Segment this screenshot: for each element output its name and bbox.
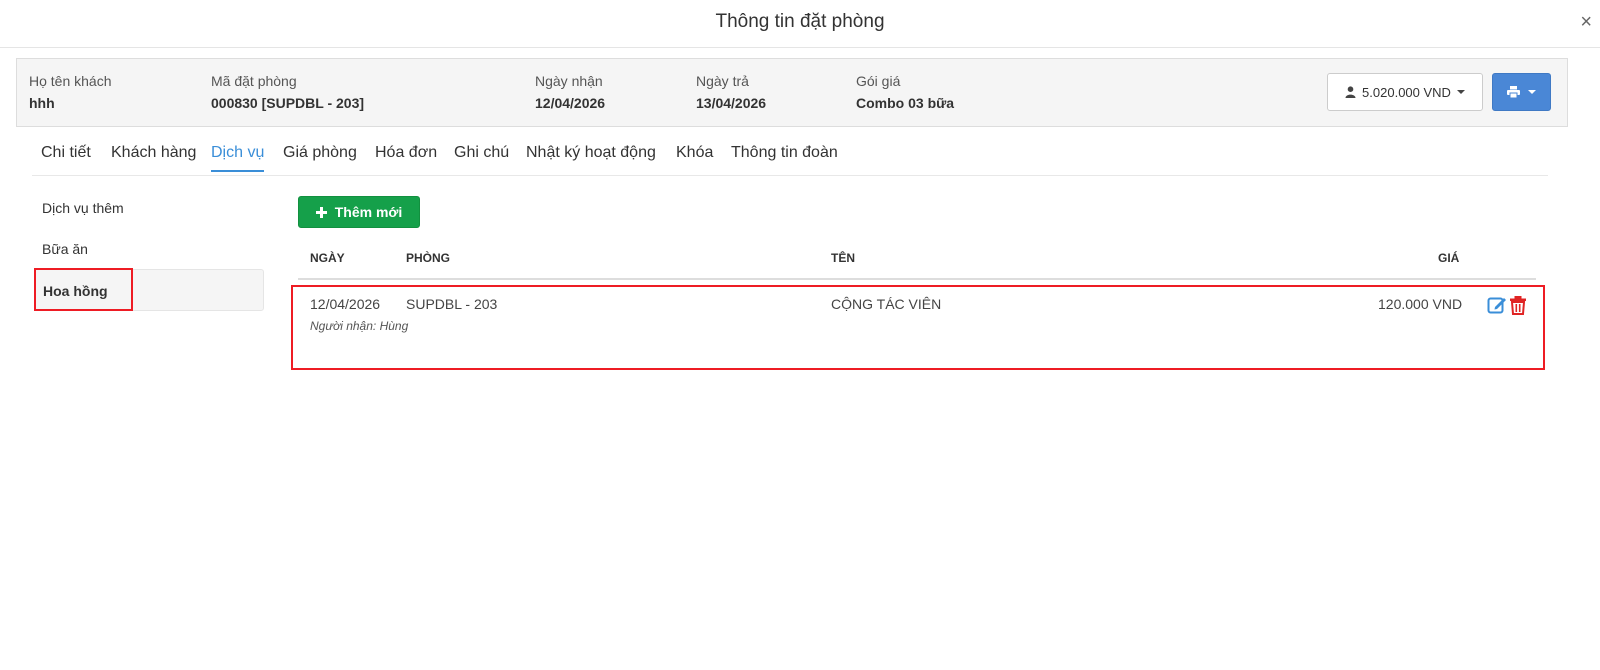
highlight-box-sidebar	[34, 268, 133, 311]
package-label: Gói giá	[856, 73, 901, 89]
booking-code-label: Mã đặt phòng	[211, 73, 297, 89]
booking-info-bar: Họ tên khách hhh Mã đặt phòng 000830 [SU…	[16, 58, 1568, 127]
highlight-box-row	[291, 285, 1545, 370]
print-dropdown-button[interactable]	[1492, 73, 1551, 111]
column-header-price: GIÁ	[1438, 251, 1460, 265]
add-new-button[interactable]: Thêm mới	[298, 196, 420, 228]
tab-hoa-don[interactable]: Hóa đơn	[375, 144, 437, 170]
column-header-name: TÊN	[831, 251, 855, 265]
sidebar-item-bua-an[interactable]: Bữa ăn	[34, 228, 264, 270]
tab-nhat-ky-hoat-dong[interactable]: Nhật ký hoạt động	[526, 144, 656, 170]
tab-khoa[interactable]: Khóa	[676, 144, 713, 170]
chevron-down-icon	[1528, 90, 1536, 94]
table-header-divider	[298, 278, 1536, 280]
checkout-label: Ngày trả	[696, 73, 749, 89]
checkin-label: Ngày nhận	[535, 73, 603, 89]
user-icon	[1345, 86, 1356, 98]
plus-icon	[315, 206, 327, 218]
close-icon[interactable]: ×	[1580, 10, 1592, 34]
column-header-room: PHÒNG	[406, 251, 451, 265]
checkin-field: Ngày nhận 12/04/2026	[535, 73, 605, 111]
tab-bar: Chi tiết Khách hàng Dịch vụ Giá phòng Hó…	[32, 138, 1548, 176]
modal-title: Thông tin đặt phòng	[715, 11, 885, 32]
package-value: Combo 03 bữa	[856, 95, 955, 111]
guest-name-value: hhh	[29, 95, 55, 111]
tab-khach-hang[interactable]: Khách hàng	[111, 144, 196, 170]
chevron-down-icon	[1456, 90, 1465, 94]
tab-gia-phong[interactable]: Giá phòng	[283, 144, 357, 170]
booking-code-field: Mã đặt phòng 000830 [SUPDBL - 203]	[211, 73, 364, 111]
print-icon	[1507, 86, 1520, 98]
sidebar-item-dich-vu-them[interactable]: Dịch vụ thêm	[34, 187, 264, 229]
checkin-value: 12/04/2026	[535, 95, 606, 111]
add-new-label: Thêm mới	[334, 204, 403, 220]
tab-dich-vu[interactable]: Dịch vụ	[211, 144, 265, 172]
package-field: Gói giá Combo 03 bữa	[856, 73, 954, 111]
tab-ghi-chu[interactable]: Ghi chú	[454, 144, 509, 170]
booking-code-value: 000830 [SUPDBL - 203]	[211, 95, 365, 111]
guest-name-label: Họ tên khách	[29, 73, 112, 89]
tab-chi-tiet[interactable]: Chi tiết	[41, 144, 91, 170]
amount-dropdown-button[interactable]: 5.020.000 VND	[1327, 73, 1483, 111]
column-header-date: NGÀY	[310, 251, 345, 265]
checkout-field: Ngày trả 13/04/2026	[696, 73, 766, 111]
checkout-value: 13/04/2026	[696, 95, 767, 111]
amount-value: 5.020.000 VND	[1362, 84, 1451, 100]
modal-header: Thông tin đặt phòng ×	[0, 0, 1600, 48]
guest-name-field: Họ tên khách hhh	[29, 73, 112, 111]
tab-thong-tin-doan[interactable]: Thông tin đoàn	[731, 144, 838, 170]
